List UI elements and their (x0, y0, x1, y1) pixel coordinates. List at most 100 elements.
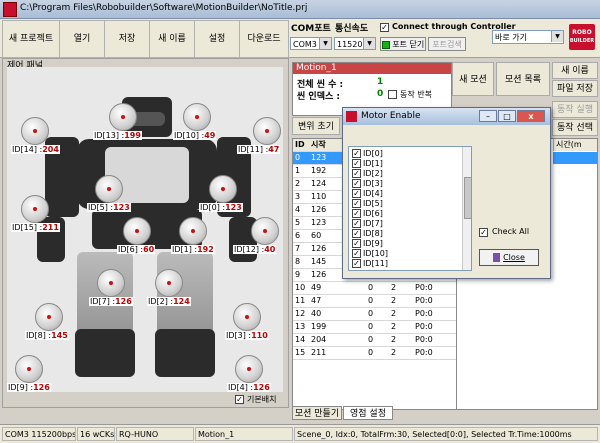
close-button[interactable]: Close (479, 249, 539, 266)
motor-item[interactable]: ✓ ID[6] (352, 209, 383, 218)
save-as-button[interactable]: 새 이름 (149, 20, 195, 58)
servo-dial-icon[interactable] (15, 355, 43, 383)
new-project-button[interactable]: 새 프로젝트 (2, 20, 60, 58)
table-row[interactable]: 15 211 0 2 P0:0 (293, 347, 456, 360)
new-motion-button[interactable]: 새 모션 (452, 62, 494, 96)
dialog-title-bar: Motor Enable – □ x (343, 108, 550, 125)
com-port-select[interactable]: COM3 ▼ (290, 37, 332, 50)
scene-index-label: 씬 인덱스 : (297, 92, 340, 102)
motor-item[interactable]: ✓ ID[8] (352, 229, 383, 238)
servo-dial-icon[interactable] (253, 117, 281, 145)
servo-label: ID[5] :123 (87, 203, 131, 212)
motor-list[interactable]: ✓ ID[0] ✓ ID[1] ✓ ID[2] ✓ ID[3] ✓ ID[4] ✓ ID[5… (348, 146, 472, 271)
motor-checkbox[interactable]: ✓ (352, 189, 361, 198)
port-close-button[interactable]: 포트 닫기 (380, 37, 426, 51)
motion-list-button[interactable]: 모션 목록 (496, 62, 550, 96)
motor-checkbox[interactable]: ✓ (352, 249, 361, 258)
download-button[interactable]: 다운로드 (239, 20, 289, 58)
motor-item[interactable]: ✓ ID[5] (352, 199, 383, 208)
motor-checkbox[interactable]: ✓ (352, 239, 361, 248)
settings-button[interactable]: 설정 (194, 20, 240, 58)
goto-select[interactable]: 바로 가기 ▼ (492, 30, 564, 44)
scrollbar-thumb[interactable] (464, 177, 471, 219)
motor-item[interactable]: ✓ ID[11] (352, 259, 388, 268)
robot-right-foot (155, 329, 215, 377)
logo-text-2: BUILDER (569, 38, 595, 44)
selected-cell[interactable] (553, 152, 597, 164)
tab-env-settings[interactable]: 영점 설정 (343, 406, 393, 420)
baud-label: 통신속도 (335, 24, 369, 34)
motor-item[interactable]: ✓ ID[0] (352, 149, 383, 158)
servo-label: ID[1] :192 (171, 245, 215, 254)
motor-item[interactable]: ✓ ID[3] (352, 179, 383, 188)
motor-item[interactable]: ✓ ID[2] (352, 169, 383, 178)
base-pose-checkbox[interactable]: ✓ (235, 395, 244, 404)
servo-dial-icon[interactable] (155, 269, 183, 297)
motor-checkbox[interactable]: ✓ (352, 149, 361, 158)
port-search-button[interactable]: 포트검색 (428, 37, 466, 51)
servo-dial-icon[interactable] (35, 303, 63, 331)
repeat-checkbox[interactable] (388, 90, 397, 99)
servo-dial-icon[interactable] (21, 195, 49, 223)
motor-checkbox[interactable]: ✓ (352, 159, 361, 168)
servo-label: ID[6] :60 (117, 245, 156, 254)
col-header-start: 시작 (311, 140, 326, 149)
servo-dial-icon[interactable] (109, 103, 137, 131)
table-row[interactable]: 13 199 0 2 P0:0 (293, 321, 456, 334)
var-init-button[interactable]: 변위 초기 (292, 117, 340, 135)
servo-label: ID[8] :145 (25, 331, 69, 340)
play-exec-button[interactable]: 동작 실행 (552, 101, 598, 118)
status-info: Scene_0, Idx:0, TotalFrm:30, Selected[0:… (294, 427, 598, 441)
motor-checkbox[interactable]: ✓ (352, 209, 361, 218)
save-button[interactable]: 저장 (104, 20, 150, 58)
motor-checkbox[interactable]: ✓ (352, 229, 361, 238)
scene-select-button[interactable]: 동작 선택 (552, 119, 598, 136)
connect-checkbox[interactable]: ✓ (380, 23, 389, 32)
minimize-icon[interactable]: – (479, 110, 497, 122)
file-save-button[interactable]: 파일 저장 (552, 80, 598, 97)
check-all-checkbox[interactable]: ✓ (479, 228, 488, 237)
baud-select[interactable]: 115200 ▼ (334, 37, 376, 50)
table-row[interactable]: 10 49 0 2 P0:0 (293, 282, 456, 295)
rename-button[interactable]: 새 이름 (552, 62, 598, 79)
motor-checkbox[interactable]: ✓ (352, 199, 361, 208)
motor-checkbox[interactable]: ✓ (352, 169, 361, 178)
table-row[interactable]: 14 204 0 2 P0:0 (293, 334, 456, 347)
servo-dial-icon[interactable] (233, 303, 261, 331)
motor-checkbox[interactable]: ✓ (352, 179, 361, 188)
servo-dial-icon[interactable] (97, 269, 125, 297)
table-row[interactable]: 11 47 0 2 P0:0 (293, 295, 456, 308)
list-scrollbar[interactable] (462, 147, 471, 270)
close-button-label: Close (503, 253, 525, 262)
servo-dial-icon[interactable] (183, 103, 211, 131)
servo-dial-icon[interactable] (123, 217, 151, 245)
time-column-header: 시간(m (553, 139, 597, 151)
window-title: C:\Program Files\Robobuilder\Software\Mo… (20, 3, 308, 13)
chevron-down-icon: ▼ (319, 38, 331, 49)
maximize-icon[interactable]: □ (498, 110, 516, 122)
servo-dial-icon[interactable] (21, 117, 49, 145)
servo-label: ID[3] :110 (225, 331, 269, 340)
motor-checkbox[interactable]: ✓ (352, 219, 361, 228)
motor-item[interactable]: ✓ ID[1] (352, 159, 383, 168)
servo-dial-icon[interactable] (251, 217, 279, 245)
close-icon[interactable]: x (517, 110, 545, 122)
servo-label: ID[0] :123 (199, 203, 243, 212)
servo-label: ID[13] :199 (93, 131, 142, 140)
motor-checkbox[interactable]: ✓ (352, 259, 361, 268)
motor-item[interactable]: ✓ ID[7] (352, 219, 383, 228)
servo-dial-icon[interactable] (209, 175, 237, 203)
servo-dial-icon[interactable] (235, 355, 263, 383)
motor-item[interactable]: ✓ ID[9] (352, 239, 383, 248)
servo-dial-icon[interactable] (179, 217, 207, 245)
chevron-down-icon: ▼ (363, 38, 375, 49)
servo-label: ID[15] :211 (11, 223, 60, 232)
open-button[interactable]: 열기 (59, 20, 105, 58)
table-row[interactable]: 12 40 0 2 P0:0 (293, 308, 456, 321)
status-cks: 16 wCKs (77, 427, 115, 441)
servo-label: ID[7] :126 (89, 297, 133, 306)
servo-dial-icon[interactable] (95, 175, 123, 203)
motor-item[interactable]: ✓ ID[4] (352, 189, 383, 198)
motor-item[interactable]: ✓ ID[10] (352, 249, 388, 258)
tab-make-motion[interactable]: 모션 만들기 (292, 406, 342, 420)
